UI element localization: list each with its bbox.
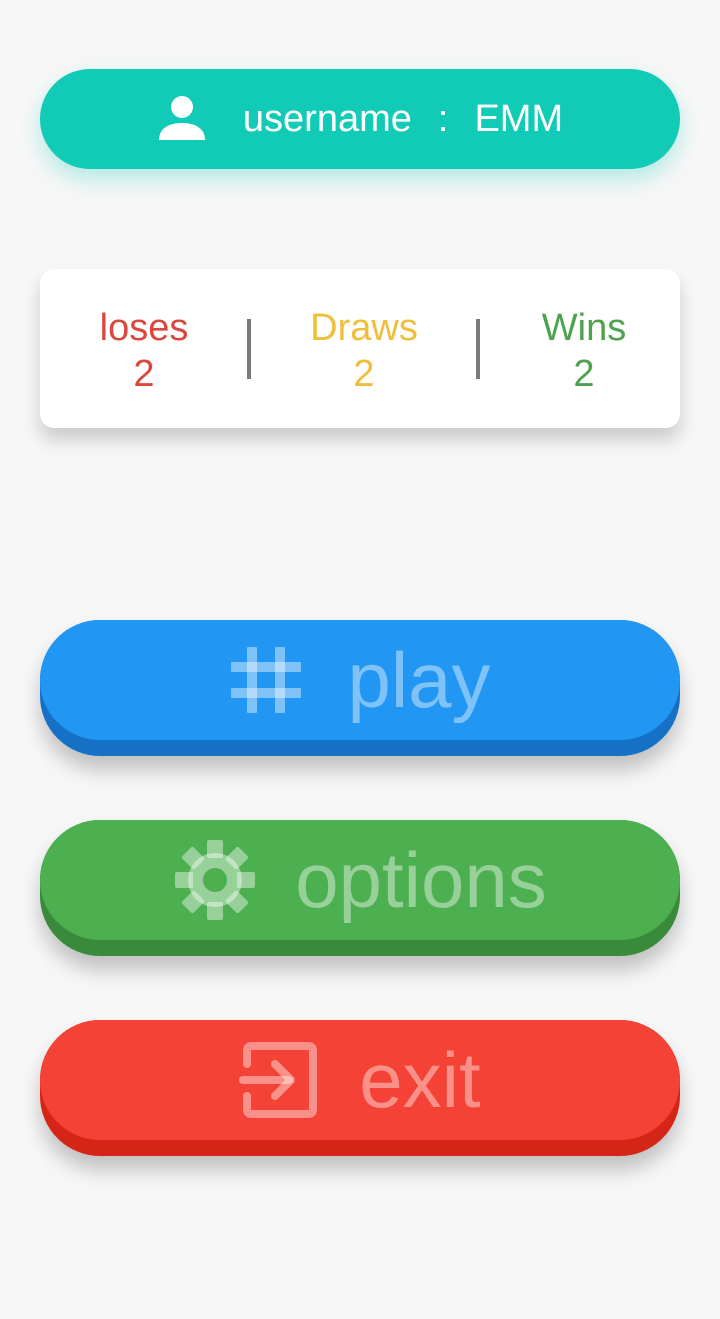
loses-value: 2 [133,353,155,395]
options-button[interactable]: options [40,820,680,956]
play-button-face[interactable]: play [40,620,680,740]
gear-icon [173,838,257,922]
options-button-face[interactable]: options [40,820,680,940]
play-button[interactable]: play [40,620,680,756]
stats-divider [476,319,480,379]
exit-button[interactable]: exit [40,1020,680,1156]
username-banner: username : EMM [40,69,680,169]
draws-value: 2 [353,353,375,395]
person-icon [157,94,207,144]
play-label: play [347,635,491,724]
exit-button-face[interactable]: exit [40,1020,680,1140]
wins-value: 2 [573,353,595,395]
exit-label: exit [359,1035,481,1124]
stats-divider [247,319,251,379]
main-menu-screen: username : EMM loses 2 Draws 2 Wins 2 pl… [0,0,720,1319]
stat-wins: Wins 2 [494,305,674,397]
exit-icon [239,1040,319,1120]
username-separator: : [437,97,449,140]
stat-draws: Draws 2 [274,305,454,397]
username-value: EMM [474,97,564,140]
grid-hash-icon [229,643,303,717]
draws-label: Draws [310,307,418,349]
loses-label: loses [99,307,189,349]
stats-card: loses 2 Draws 2 Wins 2 [40,269,680,428]
stat-loses: loses 2 [54,305,234,397]
wins-label: Wins [541,307,627,349]
options-label: options [295,835,547,924]
username-label: username [242,97,412,140]
